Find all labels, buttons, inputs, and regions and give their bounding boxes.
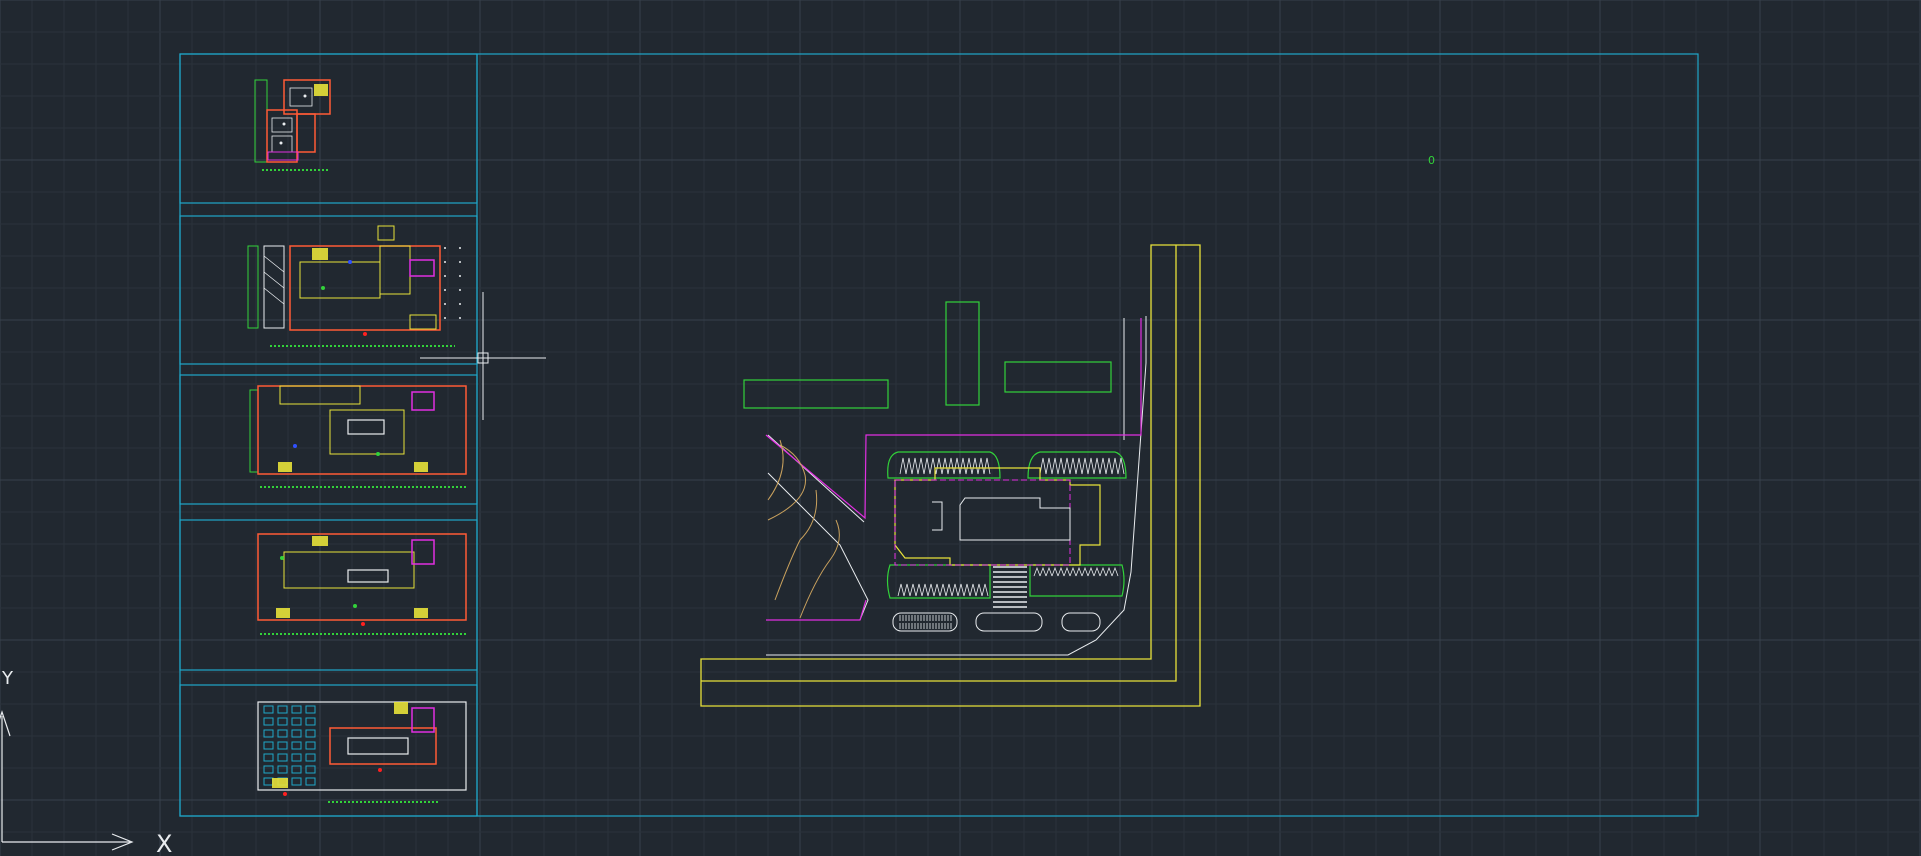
ucs-y-label: Y [1,668,14,689]
parking-row-2 [975,612,1043,632]
drawing-grid [0,0,1921,856]
property-line [765,318,1142,520]
ucs-icon [0,710,134,851]
sheet-frame-4 [179,519,478,671]
parking-row-3 [1061,612,1101,632]
site-marker-label: 0 [1428,154,1435,167]
ucs-x-label: X [156,830,172,856]
parking-island-2 [1027,451,1127,479]
crosshair-cursor [420,292,546,420]
sheet-frame-5 [179,684,478,817]
sheet-frame-3 [179,374,478,505]
cad-model-space[interactable]: 0 X Y [0,0,1921,856]
site-block-right [1004,361,1112,393]
sheet-frame-2 [179,215,478,365]
road-inner [701,245,1177,682]
floor-plan-1[interactable] [254,79,331,171]
site-plan[interactable]: 0 [700,154,1435,707]
floor-plan-5[interactable] [257,701,467,803]
floor-plan-4[interactable] [257,533,467,635]
main-building [894,467,1101,566]
road-outer [700,244,1201,707]
floor-plan-3[interactable] [249,385,467,488]
site-block-tall [945,301,980,406]
floor-plan-2[interactable] [247,225,461,347]
